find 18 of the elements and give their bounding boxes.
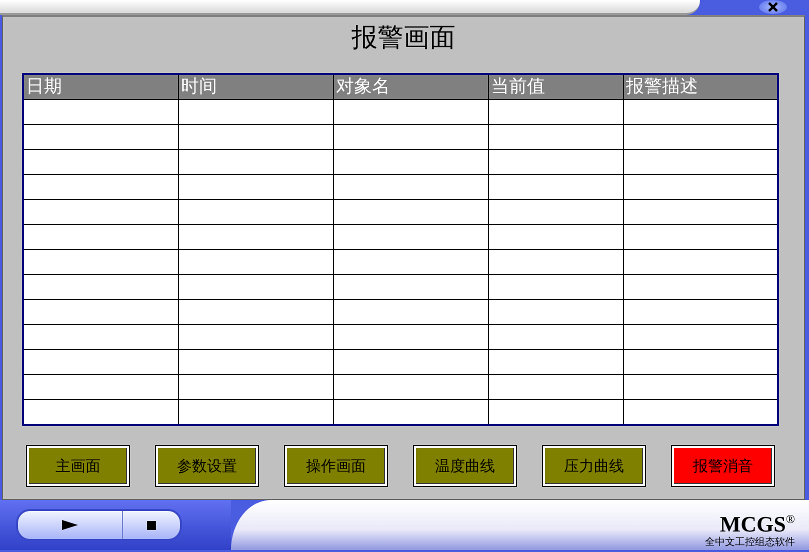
nav-button[interactable]: 报警消音	[672, 446, 774, 486]
column-header: 日期	[23, 74, 178, 100]
nav-button[interactable]: 压力曲线	[543, 446, 645, 486]
close-button[interactable]	[759, 0, 787, 14]
column-header: 对象名	[334, 74, 488, 100]
column-header: 当前值	[488, 74, 624, 100]
logo-text: MCGS$^{®}$	[720, 510, 795, 535]
logo-tagline: 全中文工控组态软件	[705, 536, 795, 549]
close-icon	[768, 2, 778, 12]
column-header: 时间	[178, 74, 334, 100]
window-title: 报警画面	[352, 23, 456, 53]
stop-icon	[147, 520, 156, 530]
nav-button[interactable]: 主画面	[27, 446, 129, 486]
nav-button[interactable]: 温度曲线	[414, 446, 516, 486]
play-icon	[62, 520, 78, 530]
nav-button[interactable]: 参数设置	[156, 446, 258, 486]
nav-button[interactable]: 操作画面	[285, 446, 387, 486]
column-header: 报警描述	[624, 74, 778, 100]
